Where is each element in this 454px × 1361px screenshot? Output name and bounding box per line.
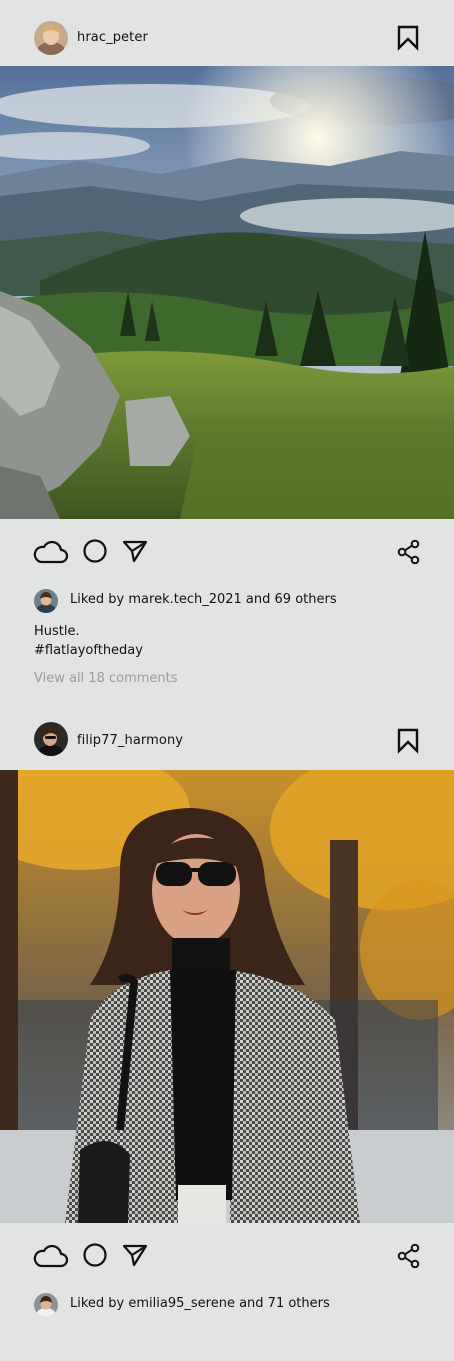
paper-plane-icon[interactable] <box>122 539 148 563</box>
share-icon[interactable] <box>396 1243 422 1269</box>
likes-row: Liked by emilia95_serene and 71 others <box>0 1291 454 1321</box>
bookmark-icon[interactable] <box>396 728 420 754</box>
avatar[interactable] <box>34 21 68 55</box>
likes-text[interactable]: Liked by emilia95_serene and 71 others <box>70 1296 330 1311</box>
post-actions <box>0 1236 454 1276</box>
circle-icon[interactable] <box>82 1242 108 1268</box>
paper-plane-icon[interactable] <box>122 1243 148 1267</box>
cloud-icon[interactable] <box>33 537 69 565</box>
woman-autumn-portrait-photo[interactable] <box>0 770 454 1223</box>
avatar[interactable] <box>34 722 68 756</box>
username[interactable]: hrac_peter <box>77 30 148 45</box>
avatar[interactable] <box>34 589 58 613</box>
post-header: filip77_harmony <box>0 705 454 769</box>
bookmark-icon[interactable] <box>396 25 420 51</box>
likes-row: Liked by marek.tech_2021 and 69 others <box>0 587 454 617</box>
post-actions <box>0 532 454 572</box>
caption-text: Hustle. <box>34 624 80 639</box>
mountain-landscape-photo[interactable] <box>0 66 454 519</box>
share-icon[interactable] <box>396 539 422 565</box>
likes-text[interactable]: Liked by marek.tech_2021 and 69 others <box>70 592 337 607</box>
avatar[interactable] <box>34 1293 58 1317</box>
post-header: hrac_peter <box>0 4 454 68</box>
circle-icon[interactable] <box>82 538 108 564</box>
cloud-icon[interactable] <box>33 1241 69 1269</box>
caption: Hustle. #flatlayoftheday <box>34 622 143 660</box>
view-comments-link[interactable]: View all 18 comments <box>34 671 178 686</box>
hashtag-link[interactable]: #flatlayoftheday <box>34 641 143 660</box>
username[interactable]: filip77_harmony <box>77 733 183 748</box>
